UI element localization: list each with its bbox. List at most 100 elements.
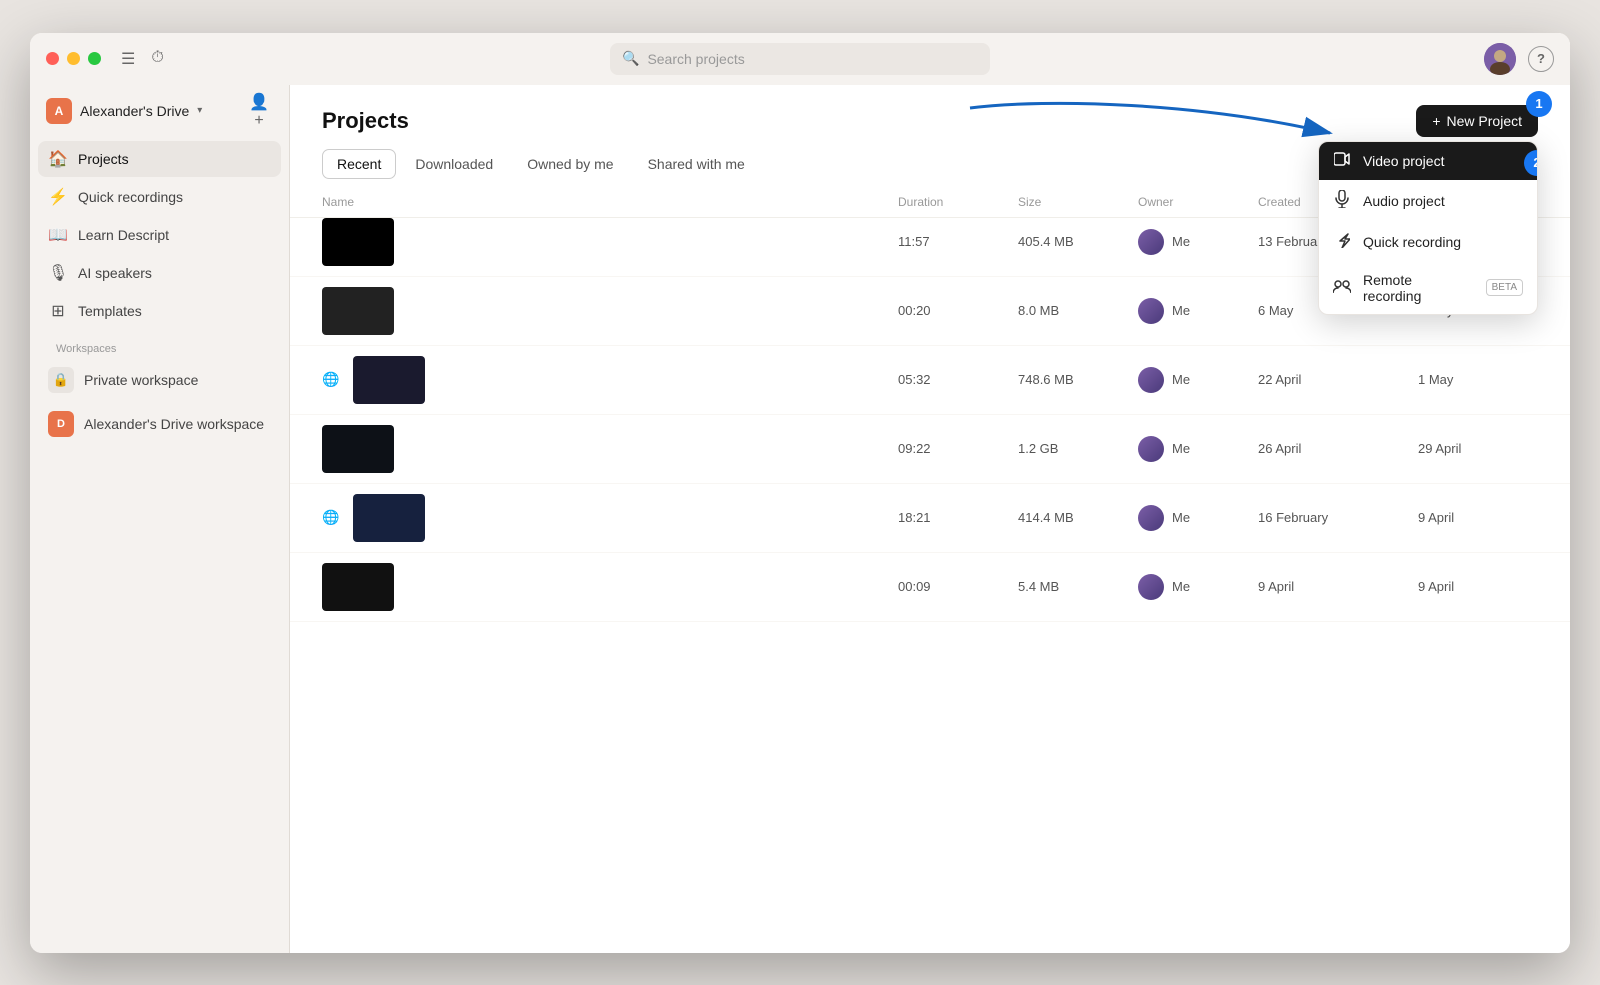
sidebar-item-label: Learn Descript: [78, 227, 169, 243]
globe-icon: 🌐: [322, 509, 339, 526]
table-row[interactable]: 🌐 05:32 748.6 MB Me 22 April 1 May: [290, 346, 1570, 415]
home-icon: 🏠: [48, 149, 68, 169]
row-duration: 09:22: [898, 441, 1018, 456]
sidebar-item-label: AI speakers: [78, 265, 152, 281]
main-header: Projects 1 + New Project 2: [290, 85, 1570, 137]
owner-avatar: [1138, 574, 1164, 600]
sidebar-item-quick-recordings[interactable]: ⚡ Quick recordings: [38, 179, 281, 215]
sidebar-header: A Alexander's Drive ▾ 👤+: [30, 85, 289, 137]
table-row[interactable]: 09:22 1.2 GB Me 26 April 29 April: [290, 415, 1570, 484]
sidebar-item-projects[interactable]: 🏠 Projects: [38, 141, 281, 177]
sidebar-item-drive-workspace[interactable]: D Alexander's Drive workspace: [38, 403, 281, 445]
owner-name: Me: [1172, 372, 1190, 387]
close-button[interactable]: [46, 52, 59, 65]
video-thumbnail: [353, 494, 425, 542]
row-created: 16 February: [1258, 510, 1418, 525]
tab-downloaded[interactable]: Downloaded: [400, 149, 508, 179]
row-modified: 9 April: [1418, 510, 1538, 525]
col-header-size: Size: [1018, 195, 1138, 209]
minimize-button[interactable]: [67, 52, 80, 65]
new-project-button[interactable]: + New Project: [1416, 105, 1538, 137]
row-owner-cell: Me: [1138, 436, 1258, 462]
row-name-cell: 🌐: [322, 356, 898, 404]
row-size: 1.2 GB: [1018, 441, 1138, 456]
video-thumbnail: [322, 218, 394, 266]
search-bar[interactable]: 🔍 Search projects: [610, 43, 990, 75]
row-owner-cell: Me: [1138, 505, 1258, 531]
new-project-dropdown: 2 Video project: [1318, 141, 1538, 315]
row-name-cell: [322, 425, 898, 473]
add-user-button[interactable]: 👤+: [245, 97, 273, 125]
col-header-name: Name: [322, 195, 898, 209]
sidebar: A Alexander's Drive ▾ 👤+ 🏠 Projects ⚡ Qu…: [30, 33, 290, 953]
row-size: 405.4 MB: [1018, 234, 1138, 249]
dropdown-item-label: Remote recording: [1363, 272, 1474, 304]
tab-owned-by-me[interactable]: Owned by me: [512, 149, 628, 179]
globe-icon: 🌐: [322, 371, 339, 388]
row-size: 414.4 MB: [1018, 510, 1138, 525]
tab-recent[interactable]: Recent: [322, 149, 396, 179]
owner-name: Me: [1172, 234, 1190, 249]
tab-shared-with-me[interactable]: Shared with me: [633, 149, 760, 179]
row-duration: 05:32: [898, 372, 1018, 387]
col-header-owner: Owner: [1138, 195, 1258, 209]
sidebar-item-label: Templates: [78, 303, 142, 319]
maximize-button[interactable]: [88, 52, 101, 65]
row-modified: 1 May: [1418, 372, 1538, 387]
help-button[interactable]: ?: [1528, 46, 1554, 72]
row-modified: 29 April: [1418, 441, 1538, 456]
mic-icon: 🎙: [48, 263, 68, 283]
dropdown-item-video-project[interactable]: Video project: [1319, 142, 1537, 180]
row-name-cell: [322, 287, 898, 335]
video-thumbnail: [353, 356, 425, 404]
new-project-wrapper: 1 + New Project 2: [1416, 105, 1538, 137]
row-size: 748.6 MB: [1018, 372, 1138, 387]
table-row[interactable]: 00:09 5.4 MB Me 9 April 9 April: [290, 553, 1570, 622]
video-icon: [1333, 152, 1351, 170]
video-thumbnail: [322, 287, 394, 335]
col-header-duration: Duration: [898, 195, 1018, 209]
sidebar-item-ai-speakers[interactable]: 🎙 AI speakers: [38, 255, 281, 291]
add-user-icon: 👤+: [245, 92, 273, 130]
sidebar-item-private-workspace[interactable]: 🔒 Private workspace: [38, 359, 281, 401]
dropdown-item-audio-project[interactable]: Audio project: [1319, 180, 1537, 222]
row-owner-cell: Me: [1138, 574, 1258, 600]
dropdown-item-remote-recording[interactable]: Remote recording BETA: [1319, 262, 1537, 314]
owner-avatar: [1138, 229, 1164, 255]
check-icon[interactable]: ⏱: [151, 49, 163, 69]
owner-avatar: [1138, 436, 1164, 462]
sidebar-item-templates[interactable]: ⊞ Templates: [38, 293, 281, 329]
row-owner-cell: Me: [1138, 298, 1258, 324]
sidebar-nav: 🏠 Projects ⚡ Quick recordings 📖 Learn De…: [30, 137, 289, 953]
workspaces-section-label: Workspaces: [38, 331, 281, 359]
dropdown-item-quick-recording[interactable]: Quick recording: [1319, 222, 1537, 262]
drive-selector[interactable]: A Alexander's Drive ▾: [46, 98, 202, 124]
row-name-cell: [322, 218, 898, 266]
titlebar-right: ?: [1484, 43, 1554, 75]
row-name-cell: 🌐: [322, 494, 898, 542]
row-size: 8.0 MB: [1018, 303, 1138, 318]
traffic-lights: [46, 52, 101, 65]
row-size: 5.4 MB: [1018, 579, 1138, 594]
workspace-item-label: Alexander's Drive workspace: [84, 416, 264, 432]
user-avatar[interactable]: [1484, 43, 1516, 75]
plus-icon: +: [1432, 113, 1440, 129]
owner-name: Me: [1172, 303, 1190, 318]
row-created: 26 April: [1258, 441, 1418, 456]
row-duration: 11:57: [898, 234, 1018, 249]
menu-icon[interactable]: ☰: [121, 49, 135, 69]
table-row[interactable]: 🌐 18:21 414.4 MB Me 16 February 9 April: [290, 484, 1570, 553]
owner-name: Me: [1172, 579, 1190, 594]
grid-icon: ⊞: [48, 301, 68, 321]
sidebar-item-label: Quick recordings: [78, 189, 183, 205]
row-duration: 18:21: [898, 510, 1018, 525]
sidebar-item-learn-descript[interactable]: 📖 Learn Descript: [38, 217, 281, 253]
titlebar: ☰ ⏱ 🔍 Search projects ?: [30, 33, 1570, 85]
remote-recording-icon: [1333, 279, 1351, 297]
row-duration: 00:20: [898, 303, 1018, 318]
row-name-cell: [322, 563, 898, 611]
row-duration: 00:09: [898, 579, 1018, 594]
workspace-item-label: Private workspace: [84, 372, 198, 388]
row-created: 22 April: [1258, 372, 1418, 387]
dropdown-item-label: Audio project: [1363, 193, 1445, 209]
